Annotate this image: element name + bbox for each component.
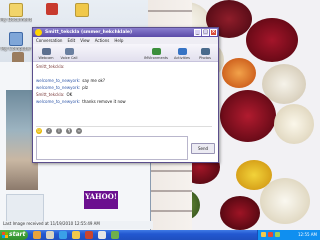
windows-logo-icon	[2, 232, 8, 238]
message-sender: welcome_to_newyork:	[36, 85, 81, 90]
audibles-icon[interactable]: ♪	[46, 128, 52, 134]
message-row: welcome_to_newyork: plz	[36, 84, 212, 91]
send-button[interactable]: Send	[191, 143, 215, 154]
yahoo-ad-banner[interactable]: YAHOO!	[84, 191, 118, 209]
voice-call-icon	[64, 48, 74, 55]
message-sender: welcome_to_newyork:	[36, 99, 81, 104]
message-sender: Smitt_tekckla:	[36, 64, 65, 69]
webcam-icon	[41, 48, 51, 55]
voice-call-button[interactable]: Voice Call	[59, 48, 79, 61]
documents-folder-icon	[9, 3, 23, 17]
taskbar-app-icon[interactable]	[98, 231, 106, 239]
photos-icon	[200, 48, 210, 55]
taskbar-app-icon[interactable]	[85, 231, 93, 239]
application-icon	[46, 3, 58, 15]
messenger-title-bar[interactable]: Smitt_tekckla (smmer_hekchklale) _ □ ×	[33, 28, 218, 37]
message-text: OK	[66, 92, 73, 97]
tray-icon[interactable]	[261, 232, 266, 237]
window-title: Smitt_tekckla (smmer_hekchklale)	[45, 30, 133, 35]
menu-help[interactable]: Help	[114, 37, 123, 44]
maximize-button[interactable]: □	[202, 29, 209, 36]
message-input[interactable]	[36, 136, 188, 160]
menu-conversation[interactable]: Conversation	[36, 37, 62, 44]
desktop-icon-folder[interactable]	[66, 3, 98, 18]
format-toolbar: ☺ ♪ T ¶ ≈	[36, 126, 212, 135]
taskbar: start 12:55 AM	[0, 230, 320, 240]
taskbar-app-icon[interactable]	[59, 231, 67, 239]
text-style-icon[interactable]: ¶	[66, 128, 72, 134]
close-button[interactable]: ×	[210, 29, 217, 36]
desktop-icon-my-documents[interactable]: My Documents	[0, 3, 32, 23]
webcam-button[interactable]: Webcam	[36, 48, 56, 61]
desktop-icon-my-computer[interactable]: My Computer	[0, 32, 32, 52]
message-row: welcome_to_newyork: thanks remove it now	[36, 98, 212, 105]
message-row: welcome_to_newyork: say me ok?	[36, 77, 212, 84]
menu-actions[interactable]: Actions	[95, 37, 110, 44]
activities-icon	[177, 48, 187, 55]
nudge-icon[interactable]: ≈	[76, 128, 82, 134]
taskbar-app-icon[interactable]	[111, 231, 119, 239]
tray-icon[interactable]	[275, 232, 280, 237]
computer-icon	[9, 32, 23, 46]
folder-icon	[75, 3, 89, 17]
message-text: plz	[82, 85, 89, 90]
desktop-icon-application[interactable]	[36, 3, 68, 16]
last-image-status: Last Image received at 11/19/2010 12:55:…	[3, 221, 153, 229]
message-sender: welcome_to_newyork:	[36, 78, 81, 83]
menu-bar: Conversation Edit View Actions Help	[33, 37, 218, 44]
minimize-button[interactable]: _	[194, 29, 201, 36]
clock[interactable]: 12:55 AM	[298, 230, 317, 240]
taskbar-app-icon[interactable]	[33, 231, 41, 239]
message-row	[36, 70, 212, 77]
message-text: say me ok?	[82, 78, 105, 83]
font-icon[interactable]: T	[56, 128, 62, 134]
message-text: thanks remove it now	[82, 99, 126, 104]
system-tray: 12:55 AM	[257, 230, 320, 240]
imvironment-icon	[151, 48, 161, 55]
tray-icon[interactable]	[268, 232, 273, 237]
imvironments-button[interactable]: IMVironments	[143, 48, 169, 61]
taskbar-app-icon[interactable]	[72, 231, 80, 239]
message-sender: Smitt_tekckla:	[36, 92, 65, 97]
menu-view[interactable]: View	[80, 37, 90, 44]
conversation-history[interactable]: Smitt_tekckla: welcome_to_newyork: say me…	[36, 63, 212, 123]
start-button[interactable]: start	[0, 230, 28, 240]
message-row: Smitt_tekckla: OK	[36, 91, 212, 98]
emoticon-icon[interactable]: ☺	[36, 128, 42, 134]
messenger-window[interactable]: Smitt_tekckla (smmer_hekchklale) _ □ × C…	[32, 27, 219, 163]
photos-button[interactable]: Photos	[195, 48, 215, 61]
messenger-toolbar: Webcam Voice Call IMVironments Activitie…	[33, 44, 218, 62]
menu-edit[interactable]: Edit	[67, 37, 75, 44]
yahoo-messenger-icon	[35, 29, 42, 36]
activities-button[interactable]: Activities	[172, 48, 192, 61]
quick-launch	[33, 231, 119, 239]
message-row: Smitt_tekckla:	[36, 63, 212, 70]
taskbar-app-icon[interactable]	[46, 231, 54, 239]
